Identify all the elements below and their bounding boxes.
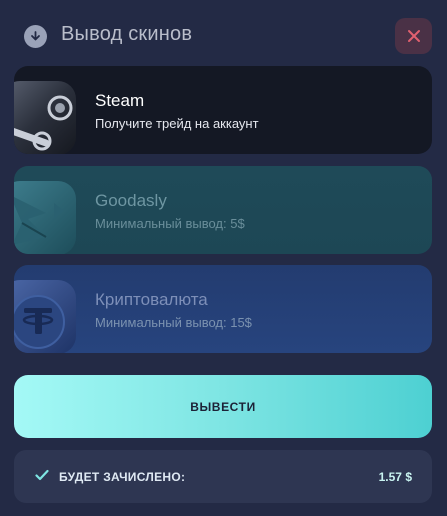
method-subtitle: Получите трейд на аккаунт bbox=[95, 116, 259, 131]
withdraw-button-label: ВЫВЕСТИ bbox=[190, 399, 256, 414]
close-button[interactable] bbox=[395, 18, 432, 54]
credit-summary: БУДЕТ ЗАЧИСЛЕНО: 1.57 $ bbox=[14, 450, 432, 503]
modal-header: Вывод скинов bbox=[0, 0, 447, 70]
method-title: Криптовалюта bbox=[95, 290, 208, 309]
method-card-crypto[interactable]: Криптовалюта Минимальный вывод: 15$ bbox=[14, 265, 432, 353]
method-card-steam[interactable]: Steam Получите трейд на аккаунт bbox=[14, 66, 432, 154]
goodasly-icon bbox=[14, 181, 76, 254]
download-icon bbox=[24, 25, 47, 48]
steam-icon bbox=[14, 81, 76, 154]
method-title: Steam bbox=[95, 91, 145, 110]
method-subtitle: Минимальный вывод: 5$ bbox=[95, 216, 245, 231]
modal-title: Вывод скинов bbox=[61, 23, 193, 45]
check-icon bbox=[35, 469, 49, 481]
method-subtitle: Минимальный вывод: 15$ bbox=[95, 315, 252, 330]
credit-value: 1.57 $ bbox=[378, 470, 412, 484]
tether-icon bbox=[14, 280, 76, 353]
close-icon bbox=[407, 30, 420, 42]
method-title: Goodasly bbox=[95, 191, 167, 210]
method-card-goodasly[interactable]: Goodasly Минимальный вывод: 5$ bbox=[14, 166, 432, 254]
credit-label: БУДЕТ ЗАЧИСЛЕНО: bbox=[59, 470, 186, 484]
withdraw-button[interactable]: ВЫВЕСТИ bbox=[14, 375, 432, 438]
